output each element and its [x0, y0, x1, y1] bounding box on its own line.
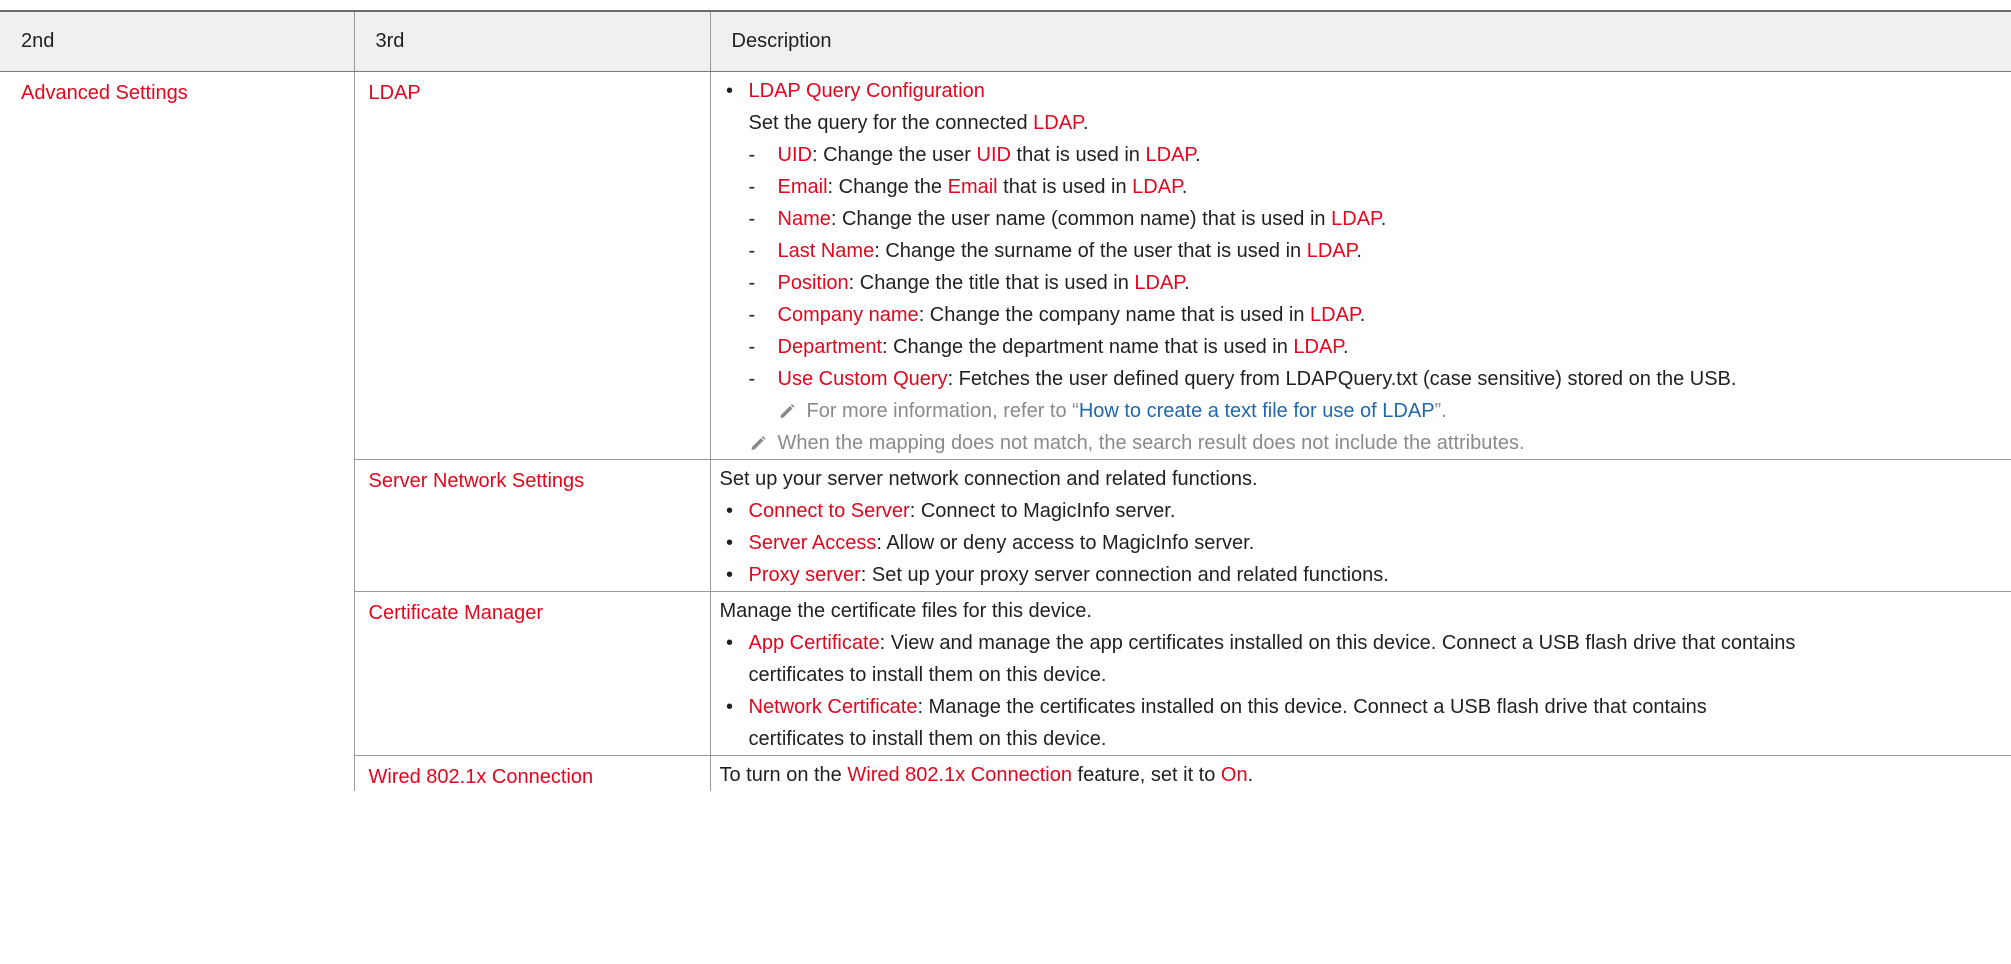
cell-server-network-label: Server Network Settings: [354, 459, 711, 592]
table-row-ldap: Advanced Settings LDAP • LDAP Query Conf…: [0, 71, 2011, 791]
bullet-icon: •: [725, 500, 733, 522]
list-item-proxy-server: • Proxy server: Set up your proxy server…: [720, 559, 1992, 591]
bullet-icon: •: [725, 80, 733, 102]
wired-8021x-text: To turn on the Wired 802.1x Connection f…: [719, 764, 1254, 786]
list-item-network-certificate-cont: certificates to install them on this dev…: [748, 728, 1107, 750]
pencil-icon: [751, 436, 765, 450]
cell-second-level: Advanced Settings: [0, 71, 355, 791]
cell-wired-8021x-description: To turn on the Wired 802.1x Connection f…: [710, 755, 2011, 791]
settings-table: 2nd 3rd Description Advanced Settings LD…: [0, 10, 2011, 791]
list-item-uid: - UID: Change the user UID that is used …: [748, 144, 1201, 166]
menu-ldap: LDAP: [368, 82, 421, 104]
link-ldap-text-file[interactable]: How to create a text file for use of LDA…: [1079, 400, 1435, 422]
header-3rd: 3rd: [353, 11, 710, 72]
menu-wired-8021x-connection: Wired 802.1x Connection: [368, 766, 594, 788]
list-item-name: - Name: Change the user name (common nam…: [748, 208, 1387, 230]
list-item-connect-to-server: • Connect to Server: Connect to MagicInf…: [720, 495, 1992, 527]
bullet-icon: •: [725, 632, 733, 654]
note-mapping: When the mapping does not match, the sea…: [720, 427, 1992, 459]
cell-ldap-description: • LDAP Query Configuration Set the query…: [710, 72, 2011, 460]
menu-advanced-settings: Advanced Settings: [21, 82, 188, 104]
certificate-manager-intro: Manage the certificate files for this de…: [719, 600, 1092, 622]
pencil-icon: [780, 404, 794, 418]
list-item-department: - Department: Change the department name…: [748, 336, 1349, 358]
bullet-icon: •: [725, 564, 733, 586]
manual-page: 2nd 3rd Description Advanced Settings LD…: [0, 0, 2011, 964]
note-more-information: For more information, refer to “How to c…: [720, 395, 1992, 427]
cell-certificate-manager-label: Certificate Manager: [354, 591, 711, 756]
ldap-query-configuration: LDAP Query Configuration: [748, 80, 985, 102]
header-2nd: 2nd: [0, 11, 354, 72]
server-network-intro: Set up your server network connection an…: [719, 468, 1258, 490]
bullet-icon: •: [725, 532, 733, 554]
menu-server-network-settings: Server Network Settings: [368, 470, 585, 492]
list-item-last-name: - Last Name: Change the surname of the u…: [748, 240, 1362, 262]
ldap-intro: Set the query for the connected LDAP.: [748, 112, 1089, 134]
list-item-app-certificate-cont: certificates to install them on this dev…: [748, 664, 1107, 686]
header-description: Description: [709, 11, 2011, 72]
cell-certificate-manager-description: Manage the certificate files for this de…: [710, 591, 2011, 756]
cell-ldap-label: LDAP: [354, 71, 711, 460]
list-item-use-custom-query: - Use Custom Query: Fetches the user def…: [748, 368, 1737, 390]
menu-certificate-manager: Certificate Manager: [368, 602, 544, 624]
cell-server-network-description: Set up your server network connection an…: [710, 459, 2011, 592]
list-item-server-access: • Server Access: Allow or deny access to…: [720, 527, 1992, 559]
list-item-email: - Email: Change the Email that is used i…: [748, 176, 1188, 198]
list-item-position: - Position: Change the title that is use…: [748, 272, 1190, 294]
list-item-app-certificate: • App Certificate: View and manage the a…: [720, 627, 1992, 659]
bullet-icon: •: [725, 696, 733, 718]
list-item-company-name: - Company name: Change the company name …: [748, 304, 1366, 326]
list-item-network-certificate: • Network Certificate: Manage the certif…: [720, 691, 1992, 723]
table-header-row: 2nd 3rd Description: [0, 11, 2011, 72]
cell-wired-8021x-label: Wired 802.1x Connection: [354, 755, 711, 791]
list-item: • LDAP Query Configuration: [720, 75, 1992, 107]
